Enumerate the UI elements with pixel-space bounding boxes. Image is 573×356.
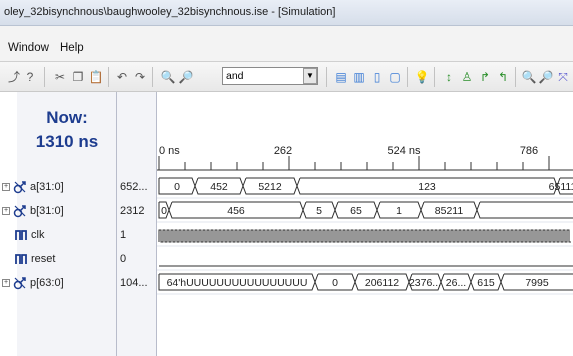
collapse-icon[interactable]: ▥ (351, 69, 367, 85)
signal-name: b[31:0] (30, 205, 64, 217)
zoom-fit-icon[interactable]: ⤧ (555, 69, 571, 85)
now-label: Now: (46, 108, 88, 127)
bus-signal-icon (13, 277, 26, 290)
signal-value: 652... (120, 181, 148, 193)
signal-value: 0 (120, 253, 127, 265)
toolbar-separator (434, 67, 435, 87)
toolbar-separator (44, 67, 45, 87)
p-bus-segment-value: 206112 (365, 277, 399, 289)
signal-value: 2312 (120, 205, 145, 217)
bus-signal-icon (13, 181, 26, 194)
expand-icon[interactable]: + (2, 207, 10, 215)
p-bus-segment-value: 615 (477, 277, 495, 289)
paste-icon[interactable]: 📋 (88, 69, 104, 85)
arc2-icon[interactable]: ↰ (495, 69, 511, 85)
toolbar: ⤴ ? ✂ ❐ 📋 ↶ ↷ 🔍 🔎 and ▼ ▤ ▥ ▯ ▢ 💡 ↕ ♙ ↱ … (0, 62, 573, 92)
toolbar-separator (515, 67, 516, 87)
p-bus-segment-value: 7995 (525, 277, 549, 289)
waveform-canvas[interactable]: 0 ns 262 524 ns 786 0 452 5212 123 651111 0 456 5 65… (157, 92, 573, 356)
find-next-icon[interactable]: 🔎 (178, 69, 194, 85)
timeline-label: 786 (520, 145, 538, 157)
menu-bar: Window Help (0, 26, 573, 62)
toolbar-separator (108, 67, 109, 87)
b-bus-segment-value: 0 (161, 205, 167, 217)
a-bus-segment-value: 651111 (549, 181, 573, 193)
menu-help[interactable]: Help (60, 42, 84, 54)
pane-icon[interactable]: ▯ (369, 69, 385, 85)
toolbar-separator (152, 67, 153, 87)
timeline-label: 524 ns (387, 145, 421, 157)
zoom-out-icon[interactable]: 🔎 (538, 69, 554, 85)
now-indicator: Now: 1310 ns (17, 106, 117, 154)
a-bus-segment-value: 0 (174, 181, 180, 193)
timeline-label: 262 (274, 145, 292, 157)
a-bus-segment-value: 123 (418, 181, 436, 193)
copy-icon[interactable]: ❐ (70, 69, 86, 85)
b-bus-segment (476, 201, 573, 219)
probe-icon[interactable]: ♙ (459, 69, 475, 85)
clk-waveform (158, 229, 571, 243)
toolbar-separator (326, 67, 327, 87)
undo-icon[interactable]: ↶ (114, 69, 130, 85)
window-icon[interactable]: ▢ (387, 69, 403, 85)
arc-icon[interactable]: ↱ (477, 69, 493, 85)
p-bus-segment-value: 26... (446, 277, 466, 289)
b-bus-segment-value: 456 (227, 205, 245, 217)
waveform-viewer: Now: 1310 ns + a[31:0] 652... + b[31:0] … (0, 92, 573, 356)
bus-signal-icon (13, 205, 26, 218)
help-icon[interactable]: ? (22, 69, 38, 85)
signal-value: 104... (120, 277, 148, 289)
b-bus-segment-value: 85211 (435, 205, 464, 217)
b-bus-segment-value: 1 (396, 205, 402, 217)
menu-window[interactable]: Window (8, 42, 49, 54)
tile-icon[interactable]: ▤ (333, 69, 349, 85)
expand-icon[interactable]: + (2, 183, 10, 191)
insert-icon[interactable]: ↕ (441, 69, 457, 85)
zoom-in-icon[interactable]: 🔍 (521, 69, 537, 85)
p-bus-segment-value: 0 (332, 277, 338, 289)
signal-name: a[31:0] (30, 181, 64, 193)
title-bar: oley_32bisynchnous\baughwooley_32bisynch… (0, 0, 573, 26)
p-bus-segment-value: 2376... (409, 277, 441, 289)
expand-icon[interactable]: + (2, 279, 10, 287)
bulb-icon[interactable]: 💡 (414, 69, 430, 85)
redo-icon[interactable]: ↷ (132, 69, 148, 85)
window-title: oley_32bisynchnous\baughwooley_32bisynch… (4, 6, 336, 18)
b-bus-segment-value: 65 (350, 205, 362, 217)
wire-signal-icon (15, 230, 27, 240)
wire-signal-icon (15, 254, 27, 264)
signal-name: reset (31, 253, 56, 265)
a-bus-segment-value: 5212 (258, 181, 282, 193)
chevron-down-icon[interactable]: ▼ (303, 68, 317, 84)
cut-icon[interactable]: ✂ (52, 69, 68, 85)
signal-value: 1 (120, 229, 127, 241)
b-bus-segment-value: 5 (316, 205, 322, 217)
timeline-label: 0 ns (159, 145, 180, 157)
arrow-icon[interactable]: ⤴ (6, 69, 22, 85)
signal-name: clk (31, 229, 45, 241)
p-bus-segment-value: 64'hUUUUUUUUUUUUUUUU (167, 277, 308, 289)
now-time: 1310 ns (35, 132, 99, 151)
a-bus-segment-value: 452 (210, 181, 228, 193)
signal-name: p[63:0] (30, 277, 64, 289)
find-icon[interactable]: 🔍 (160, 69, 176, 85)
toolbar-separator (407, 67, 408, 87)
